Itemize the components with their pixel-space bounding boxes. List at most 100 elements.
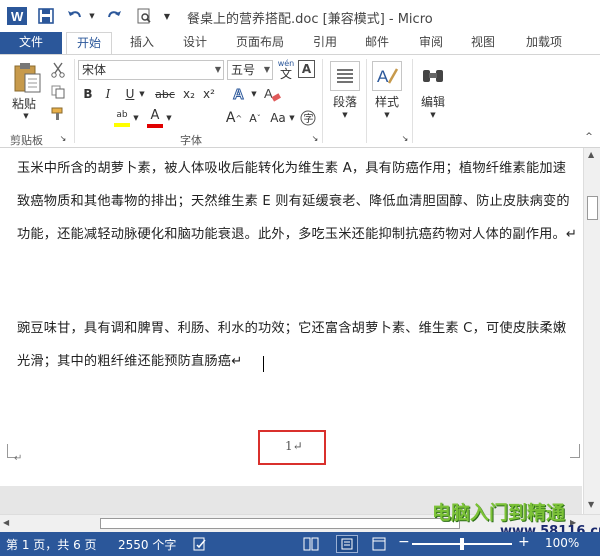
customize-toolbar-icon[interactable]: ▼ <box>160 6 174 26</box>
svg-text:字: 字 <box>304 112 314 125</box>
ribbon-tabs: 文件 开始 插入 设计 页面布局 引用 邮件 审阅 视图 加载项 <box>0 32 600 54</box>
scroll-thumb[interactable] <box>587 196 598 220</box>
tab-design[interactable]: 设计 <box>175 32 215 54</box>
word-count[interactable]: 2550 个字 <box>118 536 176 553</box>
enclose-characters-button[interactable]: 字 <box>299 108 317 128</box>
chevron-down-icon[interactable]: ▼ <box>264 61 270 79</box>
underline-button[interactable]: U <box>122 85 138 103</box>
group-divider <box>322 59 323 143</box>
highlight-letters: ab <box>116 109 128 120</box>
editing-dropdown-icon[interactable]: ▼ <box>428 110 438 120</box>
highlight-icon[interactable]: ab <box>113 108 131 128</box>
group-divider <box>74 59 75 143</box>
tab-page-layout[interactable]: 页面布局 <box>229 32 291 54</box>
paragraph-icon[interactable] <box>330 61 360 91</box>
tab-review[interactable]: 审阅 <box>411 32 451 54</box>
highlight-dropdown-icon[interactable]: ▼ <box>132 111 140 125</box>
underline-dropdown-icon[interactable]: ▼ <box>138 87 146 101</box>
bold-button[interactable]: B <box>80 85 96 103</box>
copy-icon[interactable] <box>48 83 68 101</box>
shrink-font-button[interactable]: Aˇ <box>246 108 264 128</box>
paste-icon[interactable] <box>10 61 44 95</box>
zoom-out-button[interactable]: − <box>398 534 410 550</box>
binoculars-icon[interactable] <box>418 61 448 91</box>
tab-references[interactable]: 引用 <box>305 32 345 54</box>
svg-text:A: A <box>377 67 389 86</box>
zoom-slider-thumb[interactable] <box>460 538 464 550</box>
shrink-font-letter: A <box>249 111 257 125</box>
phonetic-guide-button[interactable]: wén 文 <box>276 58 296 80</box>
scroll-left-arrow-icon[interactable]: ◀ <box>3 518 9 527</box>
return-mark-icon: ↵ <box>14 453 23 464</box>
redo-icon[interactable] <box>104 6 124 26</box>
undo-icon[interactable] <box>66 6 84 26</box>
styles-button-label[interactable]: 样式 <box>375 93 399 110</box>
clear-formatting-button[interactable]: A <box>262 84 282 104</box>
word-app-icon[interactable]: W <box>6 6 28 26</box>
highlight-color-bar <box>114 122 130 127</box>
group-divider <box>412 59 413 143</box>
zoom-level[interactable]: 100% <box>545 536 579 550</box>
font-size-value: 五号 <box>231 63 256 77</box>
editing-button-label[interactable]: 编辑 <box>421 93 445 110</box>
grow-font-caret: ^ <box>235 113 243 123</box>
font-color-letter: A <box>150 107 160 123</box>
cut-icon[interactable] <box>48 61 68 79</box>
title-bar: W ▼ ▼ 餐桌上的营养搭配.doc [兼容模式] - Micro <box>0 0 600 32</box>
font-launcher-icon[interactable]: ↘ <box>310 133 320 143</box>
styles-icon[interactable]: A <box>372 61 402 91</box>
scroll-up-arrow-icon[interactable]: ▲ <box>588 150 594 159</box>
chevron-down-icon[interactable]: ▼ <box>215 61 221 79</box>
paragraph-corn[interactable]: 玉米中所含的胡萝卜素，被人体吸收后能转化为维生素 A，具有防癌作用；植物纤维素能… <box>17 152 579 251</box>
format-painter-icon[interactable] <box>48 105 68 123</box>
vertical-scrollbar[interactable]: ▲ ▼ <box>583 148 600 514</box>
collapse-ribbon-icon[interactable]: ^ <box>582 131 596 143</box>
tab-insert[interactable]: 插入 <box>122 32 162 54</box>
tab-file[interactable]: 文件 <box>0 32 62 54</box>
save-icon[interactable] <box>36 6 56 26</box>
tab-home[interactable]: 开始 <box>66 32 112 54</box>
superscript-button[interactable]: x² <box>200 85 218 103</box>
print-preview-icon[interactable] <box>134 6 154 26</box>
print-layout-icon[interactable] <box>336 535 358 553</box>
paragraph-peas[interactable]: 豌豆味甘，具有调和脾胃、利肠、利水的功效；它还富含胡萝卜素、维生素 C，可使皮肤… <box>17 312 579 378</box>
clipboard-launcher-icon[interactable]: ↘ <box>58 133 68 143</box>
font-size-select[interactable]: 五号 ▼ <box>227 60 273 80</box>
styles-dropdown-icon[interactable]: ▼ <box>382 110 392 120</box>
grow-font-button[interactable]: A ^ <box>225 108 243 128</box>
group-divider <box>366 59 367 143</box>
tab-mailings[interactable]: 邮件 <box>357 32 397 54</box>
zoom-in-button[interactable]: + <box>518 534 530 550</box>
grow-font-letter: A <box>225 110 236 126</box>
character-border-letter: A <box>301 62 312 76</box>
page-count[interactable]: 第 1 页，共 6 页 <box>6 536 97 553</box>
subscript-button[interactable]: x₂ <box>180 85 198 103</box>
text-effects-button[interactable]: A <box>231 84 249 104</box>
shrink-font-caret: ˇ <box>256 113 261 123</box>
document-page[interactable]: 玉米中所含的胡萝卜素，被人体吸收后能转化为维生素 A，具有防癌作用；植物纤维素能… <box>0 148 582 514</box>
text-effects-dropdown-icon[interactable]: ▼ <box>250 87 258 101</box>
tab-view[interactable]: 视图 <box>463 32 503 54</box>
clipboard-group-label: 剪贴板 <box>10 134 43 147</box>
proofing-icon[interactable] <box>193 537 207 554</box>
font-name-select[interactable]: 宋体 ▼ <box>78 60 224 80</box>
paragraph-button-label[interactable]: 段落 <box>333 93 357 110</box>
paragraph-dropdown-icon[interactable]: ▼ <box>340 110 350 120</box>
page-number[interactable]: 1↵ <box>285 439 303 453</box>
tab-addins[interactable]: 加载项 <box>518 32 570 54</box>
paste-dropdown-icon[interactable]: ▼ <box>20 111 32 121</box>
styles-launcher-icon[interactable]: ↘ <box>400 133 410 143</box>
svg-text:W: W <box>11 9 24 24</box>
read-mode-icon[interactable] <box>303 537 319 554</box>
italic-button[interactable]: I <box>100 85 116 103</box>
change-case-dropdown-icon[interactable]: ▼ <box>288 111 296 125</box>
font-color-dropdown-icon[interactable]: ▼ <box>165 111 173 125</box>
character-border-button[interactable]: A <box>298 60 315 78</box>
strikethrough-button[interactable]: abc <box>152 85 178 103</box>
paste-button-label[interactable]: 粘贴 <box>12 95 36 112</box>
font-color-icon[interactable]: A <box>146 108 164 128</box>
undo-dropdown-icon[interactable]: ▼ <box>88 6 96 26</box>
watermark-text: 电脑入门到精通 <box>432 502 566 524</box>
change-case-button[interactable]: Aa <box>268 108 288 128</box>
web-layout-icon[interactable] <box>372 537 386 554</box>
